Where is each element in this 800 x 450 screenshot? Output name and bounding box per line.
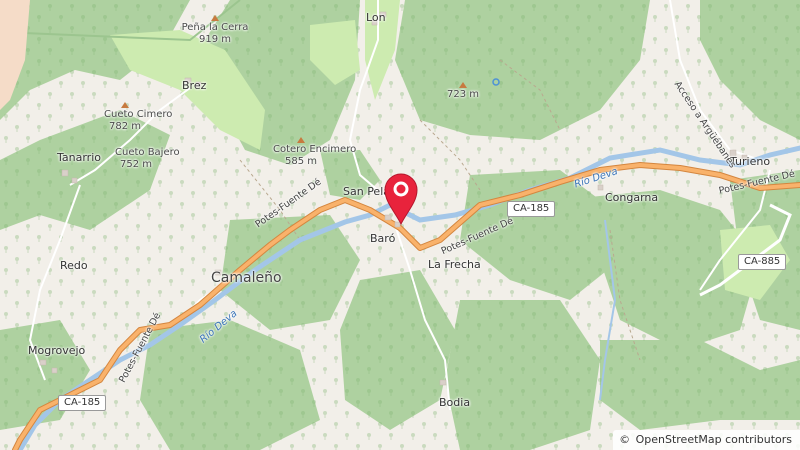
place-redo: Redo — [60, 259, 88, 272]
road-shield-ca-185: CA-185 — [507, 201, 556, 217]
peak-icon — [459, 82, 467, 88]
location-marker-pin[interactable] — [383, 172, 419, 226]
place-tanarrio: Tanarrio — [57, 151, 101, 164]
map-canvas[interactable]: Lon Brez Tanarrio San Pela Baró La Frech… — [0, 0, 800, 450]
place-la-frecha: La Frecha — [428, 258, 481, 271]
place-brez: Brez — [182, 79, 207, 92]
peak-cueto-cimero: Cueto Cimero 782 m — [104, 102, 172, 132]
peak-icon — [121, 102, 129, 108]
peak-cotero-encimero: Cotero Encimero 585 m — [273, 137, 356, 167]
map-attribution: © OpenStreetMap contributors — [613, 430, 800, 450]
peak-cueto-bajero: Cueto Bajero 752 m — [115, 147, 180, 170]
map-pin-icon — [384, 173, 418, 226]
place-congarna: Congarna — [605, 191, 659, 204]
peak-icon — [211, 15, 219, 21]
peak-icon — [297, 137, 305, 143]
road-shield-ca-885: CA-885 — [738, 254, 787, 270]
place-lon: Lon — [366, 11, 386, 24]
attribution-link[interactable]: OpenStreetMap contributors — [636, 433, 792, 446]
copyright-symbol: © — [619, 433, 631, 446]
place-bodia: Bodia — [439, 396, 471, 409]
peak-723: 723 m — [443, 82, 483, 101]
peak-pena-la-cerra: Peña la Cerra 919 m — [180, 15, 250, 45]
road-shield-ca-185: CA-185 — [58, 395, 107, 411]
place-mogrovejo: Mogrovejo — [28, 344, 86, 357]
place-baro: Baró — [370, 232, 396, 245]
place-camaleno: Camaleño — [211, 270, 282, 286]
